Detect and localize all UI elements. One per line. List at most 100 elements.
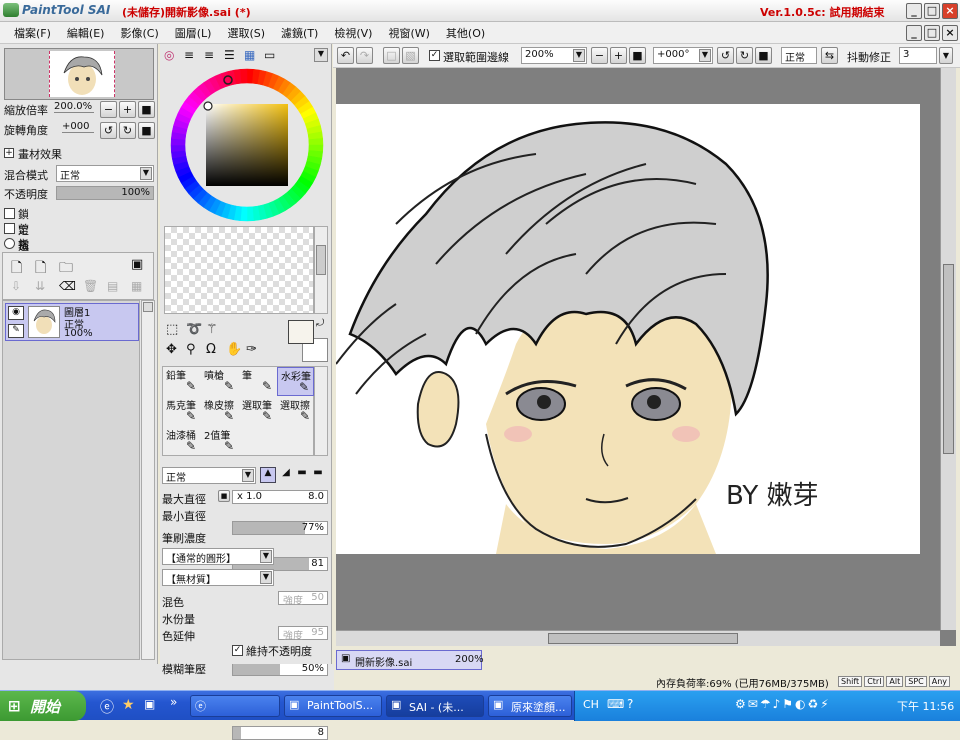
tip-flat-icon[interactable]: ▬ xyxy=(310,467,326,483)
tool-scrollbar[interactable] xyxy=(314,366,328,456)
gradient-tab-icon[interactable]: ☰ xyxy=(224,48,235,62)
toolbar-rotate-ccw-button[interactable]: ↺ xyxy=(717,47,734,64)
radio-icon[interactable] xyxy=(4,238,15,249)
canvas-viewport[interactable]: BY 嫩芽 xyxy=(335,68,956,646)
toolbar-rotate-cw-button[interactable]: ↻ xyxy=(736,47,753,64)
rotate-ccw-button[interactable]: ↺ xyxy=(100,122,117,139)
ie-icon[interactable]: ⓔ xyxy=(100,697,114,717)
stabilizer-dropdown-icon[interactable]: ▼ xyxy=(939,47,953,64)
swatch-scrollbar[interactable] xyxy=(314,226,328,314)
zoom-select[interactable]: 200% ▼ xyxy=(521,47,587,64)
menu-item-1[interactable]: 編輯(E) xyxy=(59,22,113,41)
menu-item-3[interactable]: 圖層(L) xyxy=(167,22,220,41)
doc-restore-button[interactable]: □ xyxy=(924,25,940,41)
minimize-button[interactable]: _ xyxy=(906,3,922,19)
new-folder-icon[interactable]: 🗀 xyxy=(59,257,73,281)
layer-mask-icon[interactable]: ▣ xyxy=(131,257,143,272)
clear-layer-icon[interactable]: ⌫ xyxy=(59,279,76,293)
foreground-color-swatch[interactable] xyxy=(288,320,314,344)
hsv-slider-tab-icon[interactable]: ≡ xyxy=(204,48,214,62)
min-size-slider[interactable]: 77% xyxy=(232,521,328,535)
tool-slot[interactable]: 水彩筆 ✎ xyxy=(277,367,314,396)
color-wheel-tab-icon[interactable]: ◎ xyxy=(164,48,174,62)
toolbar-zoom-reset-button[interactable]: ■ xyxy=(629,47,646,64)
layer-scrollbar[interactable] xyxy=(141,300,155,660)
swatches-tab-icon[interactable]: ▦ xyxy=(244,48,255,62)
menu-item-4[interactable]: 選取(S) xyxy=(219,22,273,41)
flip-view-button[interactable]: ⇆ xyxy=(821,47,838,64)
canvas-hscroll-thumb[interactable] xyxy=(548,633,738,644)
quicklaunch-icon[interactable]: ★ xyxy=(122,697,135,713)
taskbar-ie-window[interactable]: ⓔ xyxy=(190,695,280,717)
navigator-preview[interactable] xyxy=(4,48,154,100)
doc-close-button[interactable]: × xyxy=(942,25,958,41)
canvas-vscroll-thumb[interactable] xyxy=(943,264,954,454)
doc-minimize-button[interactable]: _ xyxy=(906,25,922,41)
swap-colors-icon[interactable]: ⤾ xyxy=(316,318,324,329)
panel-menu-icon[interactable]: ▼ xyxy=(314,48,328,62)
effects-expand-icon[interactable]: + xyxy=(4,148,14,158)
rotate-view-icon[interactable]: Ω xyxy=(206,342,216,357)
deselect-button[interactable]: □ xyxy=(383,47,400,64)
menu-item-6[interactable]: 檢視(V) xyxy=(326,22,380,41)
invert-selection-button[interactable]: ▧ xyxy=(402,47,419,64)
max-size-slider[interactable]: x 1.0 8.0 xyxy=(232,490,328,504)
rotate-reset-button[interactable]: ■ xyxy=(138,122,155,139)
tip-soft-icon[interactable]: ▬ xyxy=(294,467,310,483)
menu-item-2[interactable]: 影像(C) xyxy=(112,22,166,41)
sv-picker[interactable] xyxy=(203,101,213,111)
keep-opacity-checkbox[interactable]: ✓ xyxy=(232,645,243,656)
selection-edge-checkbox[interactable]: ✓ xyxy=(429,50,440,61)
more-icon[interactable]: » xyxy=(170,695,177,709)
toolbar-rotate-reset-button[interactable]: ■ xyxy=(755,47,772,64)
rotation-select[interactable]: +000° ▼ xyxy=(653,47,713,64)
eyedropper-icon[interactable]: ✑ xyxy=(246,342,257,357)
tool-slot[interactable]: 選取擦 ✎ xyxy=(277,397,314,426)
tip-round-icon[interactable]: ◢ xyxy=(278,467,294,483)
color-wheel[interactable] xyxy=(170,68,324,222)
redo-button[interactable]: ↷ xyxy=(356,47,373,64)
quicklaunch-app-icon[interactable]: ▣ xyxy=(144,697,155,711)
language-indicator[interactable]: CH xyxy=(583,698,599,711)
eye-icon[interactable]: ◉ xyxy=(8,306,24,320)
zoom-in-button[interactable]: + xyxy=(119,101,136,118)
tool-slot[interactable] xyxy=(239,427,276,456)
brush-mode-select[interactable]: 正常 ▼ xyxy=(162,467,256,484)
tool-slot[interactable]: 橡皮擦 ✎ xyxy=(201,397,238,426)
magic-wand-icon[interactable]: ⚚ xyxy=(206,322,218,337)
texture-select[interactable]: 【無材質】 ▼ xyxy=(162,569,274,586)
menu-item-7[interactable]: 視窗(W) xyxy=(380,22,437,41)
tool-slot[interactable]: 選取筆 ✎ xyxy=(239,397,276,426)
new-layer-icon[interactable]: 🗋 xyxy=(11,257,22,281)
layer-opacity-slider[interactable]: 100% xyxy=(56,186,154,200)
scratchpad-tab-icon[interactable]: ▭ xyxy=(264,48,275,62)
tool-slot[interactable]: 2值筆 ✎ xyxy=(201,427,238,456)
menu-item-5[interactable]: 濾鏡(T) xyxy=(273,22,326,41)
toolbar-zoom-out-button[interactable]: − xyxy=(591,47,608,64)
texture-strength-slider[interactable]: 強度 95 xyxy=(278,626,328,642)
merge-down-icon[interactable]: ⇊ xyxy=(35,279,45,293)
shape-strength-slider[interactable]: 強度 50 xyxy=(278,591,328,607)
zoom-value[interactable]: 200.0% xyxy=(54,101,94,113)
rgb-slider-tab-icon[interactable]: ≡ xyxy=(184,48,194,62)
start-button[interactable]: ⊞ 開始 xyxy=(0,691,86,721)
blur-slider[interactable]: 50% xyxy=(232,664,328,676)
document-tab[interactable]: ▣ 開新影像.sai 200% xyxy=(336,650,484,670)
tool-slot[interactable]: 鉛筆 ✎ xyxy=(163,367,200,396)
rotate-value[interactable]: +000 xyxy=(62,121,94,133)
taskbar-window-0[interactable]: ▣ PaintToolS... xyxy=(284,695,382,717)
help-icon[interactable]: ? xyxy=(627,697,633,711)
tool-slot[interactable]: 油漆桶 ✎ xyxy=(163,427,200,456)
color-extend-slider[interactable]: 8 xyxy=(232,726,328,740)
keyboard-icon[interactable]: ⌨ xyxy=(607,697,624,711)
transfer-down-icon[interactable]: ⇩ xyxy=(11,279,21,293)
swatch-scroll-thumb[interactable] xyxy=(316,245,326,275)
hand-icon[interactable]: ✋ xyxy=(226,342,242,357)
canvas-vscrollbar[interactable] xyxy=(940,68,956,630)
maximize-button[interactable]: □ xyxy=(924,3,940,19)
close-button[interactable]: × xyxy=(942,3,958,19)
menu-item-0[interactable]: 檔案(F) xyxy=(6,22,59,41)
tray-icons[interactable]: ⚙✉☂♪⚑◐♻⚡ xyxy=(735,697,831,711)
scroll-up-icon[interactable] xyxy=(143,302,153,312)
move-icon[interactable]: ✥ xyxy=(166,342,177,357)
